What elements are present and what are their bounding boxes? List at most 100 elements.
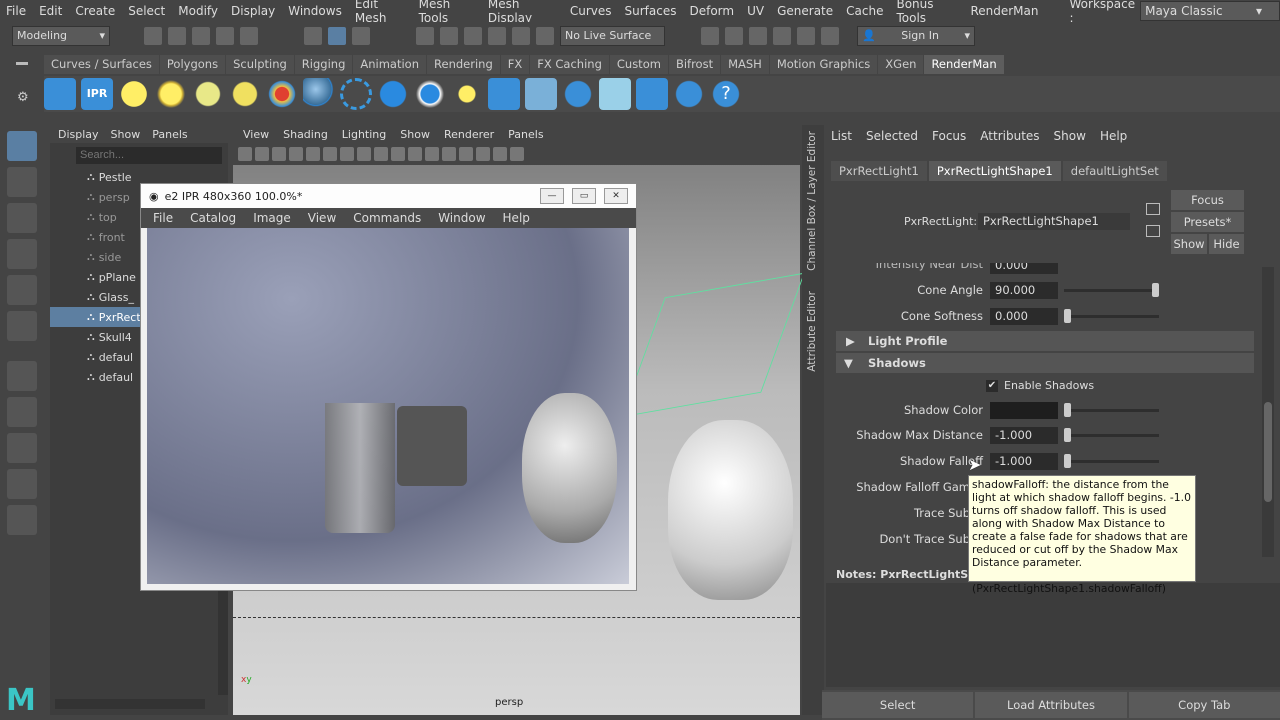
- live-surface-field[interactable]: No Live Surface: [560, 25, 665, 46]
- camera-attr-icon[interactable]: [255, 147, 269, 161]
- skull-model[interactable]: [668, 420, 793, 600]
- ipr-menu-catalog[interactable]: Catalog: [190, 211, 236, 225]
- ae-menu-attributes[interactable]: Attributes: [980, 129, 1039, 143]
- outliner-menu-show[interactable]: Show: [111, 128, 141, 141]
- render-icon[interactable]: [44, 78, 76, 110]
- env-light-icon[interactable]: [192, 78, 224, 110]
- cone-angle-slider[interactable]: [1064, 283, 1159, 297]
- shelf-tab-rendering[interactable]: Rendering: [427, 55, 500, 74]
- paint-select-tool-icon[interactable]: [7, 203, 37, 233]
- sign-in-button[interactable]: 👤 Sign In ▾: [857, 25, 975, 46]
- undo-icon[interactable]: [216, 26, 234, 45]
- slider-handle[interactable]: [1064, 309, 1071, 323]
- menu-windows[interactable]: Windows: [288, 4, 342, 18]
- menu-create[interactable]: Create: [75, 4, 115, 18]
- snap-view-icon[interactable]: [488, 26, 506, 45]
- safe-action-icon[interactable]: [357, 147, 371, 161]
- resolution-gate-icon[interactable]: [340, 147, 354, 161]
- grid-icon[interactable]: [306, 147, 320, 161]
- slider-handle[interactable]: [1152, 283, 1159, 297]
- menu-surfaces[interactable]: Surfaces: [625, 4, 677, 18]
- ae-tab-pxrrectlightshape1[interactable]: PxrRectLightShape1: [928, 161, 1061, 181]
- shelf-tab-sculpting[interactable]: Sculpting: [226, 55, 294, 74]
- calculator-icon[interactable]: [488, 78, 520, 110]
- menu-file[interactable]: File: [6, 4, 26, 18]
- menu-mesh-tools[interactable]: Mesh Tools: [419, 0, 475, 25]
- snap-point-icon[interactable]: [464, 26, 482, 45]
- hypershade-icon[interactable]: [773, 26, 791, 45]
- move-tool-icon[interactable]: [7, 239, 37, 269]
- search-input[interactable]: [76, 146, 222, 164]
- show-button[interactable]: Show: [1171, 234, 1207, 254]
- node-name-field[interactable]: PxrRectLightShape1: [978, 213, 1130, 230]
- xray-joints-icon[interactable]: [510, 147, 524, 161]
- focus-button[interactable]: Focus: [1171, 190, 1244, 210]
- ae-menu-help[interactable]: Help: [1100, 129, 1127, 143]
- shelf-tab-renderman[interactable]: RenderMan: [924, 55, 1004, 74]
- open-scene-icon[interactable]: [168, 26, 186, 45]
- shelf-settings-gear-icon[interactable]: ⚙: [17, 90, 29, 105]
- ae-menu-selected[interactable]: Selected: [866, 129, 918, 143]
- cone-softness-field[interactable]: 0.000: [990, 308, 1058, 325]
- menu-select[interactable]: Select: [128, 4, 165, 18]
- hide-button[interactable]: Hide: [1209, 234, 1244, 254]
- dome-icon[interactable]: [562, 78, 594, 110]
- shadow-falloff-field[interactable]: -1.000: [990, 453, 1058, 470]
- bookmark-icon[interactable]: [272, 147, 286, 161]
- menu-edit-mesh[interactable]: Edit Mesh: [355, 0, 406, 25]
- cone-angle-field[interactable]: 90.000: [990, 282, 1058, 299]
- close-button[interactable]: ✕: [604, 188, 628, 204]
- render-frame-icon[interactable]: [701, 26, 719, 45]
- sun-icon[interactable]: [155, 78, 187, 110]
- ae-tab-pxrrectlight1[interactable]: PxrRectLight1: [831, 161, 927, 181]
- shelf-tab-xgen[interactable]: XGen: [878, 55, 924, 74]
- ae-menu-focus[interactable]: Focus: [932, 129, 966, 143]
- ipr-menu-image[interactable]: Image: [253, 211, 291, 225]
- snap-curve-icon[interactable]: [440, 26, 458, 45]
- viewport-menu-lighting[interactable]: Lighting: [342, 128, 386, 141]
- scrollbar-thumb[interactable]: [1264, 402, 1272, 502]
- notes-textarea[interactable]: [826, 583, 1280, 687]
- ambient-occlusion-icon[interactable]: [459, 147, 473, 161]
- shadows-icon[interactable]: [442, 147, 456, 161]
- select-button[interactable]: Select: [822, 692, 974, 718]
- menu-modify[interactable]: Modify: [178, 4, 218, 18]
- new-scene-icon[interactable]: [144, 26, 162, 45]
- two-view-layout-icon[interactable]: [7, 469, 37, 499]
- shelf-tab-polygons[interactable]: Polygons: [159, 55, 226, 74]
- section-shadows[interactable]: ▼ Shadows: [836, 353, 1254, 373]
- focus-input-icon[interactable]: [1146, 203, 1160, 215]
- shadow-falloff-slider[interactable]: [1064, 454, 1159, 468]
- focus-output-icon[interactable]: [1146, 225, 1160, 237]
- ipr-render-icon[interactable]: [725, 26, 743, 45]
- isolate-icon[interactable]: [476, 147, 490, 161]
- menu-deform[interactable]: Deform: [689, 4, 734, 18]
- select-tool-icon[interactable]: [7, 131, 37, 161]
- load-attributes-button[interactable]: Load Attributes: [975, 692, 1127, 718]
- shelf-tab-fx[interactable]: FX: [500, 55, 530, 74]
- shadow-max-distance-slider[interactable]: [1064, 428, 1159, 442]
- outliner-h-scrollbar[interactable]: [55, 699, 205, 709]
- pause-icon[interactable]: [821, 26, 839, 45]
- scale-tool-icon[interactable]: [7, 311, 37, 341]
- maximize-button[interactable]: ▭: [572, 188, 596, 204]
- viewport-menu-show[interactable]: Show: [400, 128, 430, 141]
- viewport-menu-renderer[interactable]: Renderer: [444, 128, 494, 141]
- ipr-menu-file[interactable]: File: [153, 211, 173, 225]
- select-object-icon[interactable]: [328, 26, 346, 45]
- star-icon[interactable]: [266, 78, 298, 110]
- smooth-shade-icon[interactable]: [391, 147, 405, 161]
- wrench-icon[interactable]: [673, 78, 705, 110]
- snap-grid-icon[interactable]: [416, 26, 434, 45]
- lights-icon[interactable]: [425, 147, 439, 161]
- slider-handle[interactable]: [1064, 428, 1071, 442]
- select-component-icon[interactable]: [352, 26, 370, 45]
- ipr-icon[interactable]: IPR: [81, 78, 113, 110]
- save-scene-icon[interactable]: [192, 26, 210, 45]
- shadow-color-swatch[interactable]: [990, 402, 1058, 419]
- xray-icon[interactable]: [493, 147, 507, 161]
- render-view-icon[interactable]: [797, 26, 815, 45]
- ae-menu-list[interactable]: List: [831, 129, 852, 143]
- ipr-titlebar[interactable]: ◉ e2 IPR 480x360 100.0%* — ▭ ✕: [141, 184, 636, 208]
- shelf-menu-icon[interactable]: [16, 62, 28, 65]
